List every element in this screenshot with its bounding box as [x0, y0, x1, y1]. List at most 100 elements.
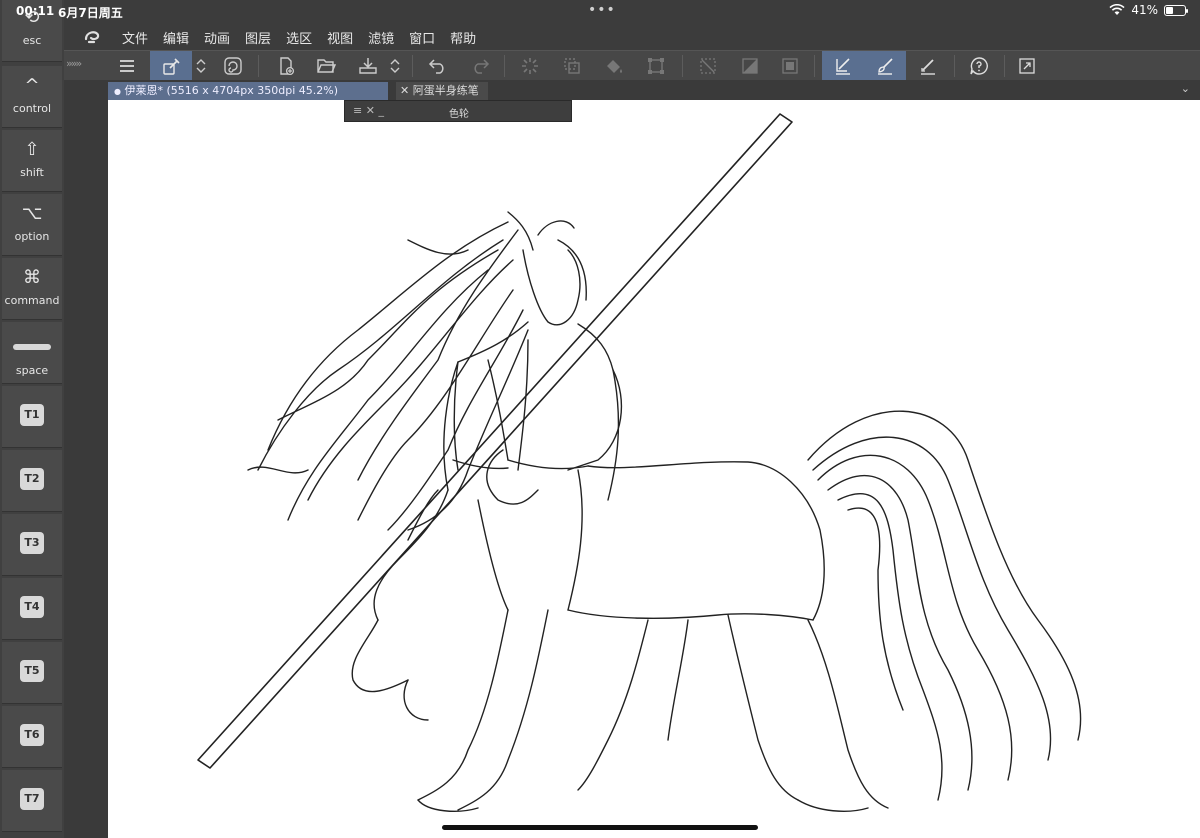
transform-icon: [648, 58, 664, 74]
expand-icon: [1019, 58, 1035, 74]
deselect-button[interactable]: [692, 51, 724, 81]
help-button[interactable]: [962, 51, 996, 81]
space-key[interactable]: space: [2, 322, 62, 384]
redo-icon: [474, 59, 490, 74]
app-logo-icon: [84, 31, 100, 44]
status-bar: 00:11 6月7日周五 ••• 41%: [0, 0, 1200, 24]
pen-line-icon: [836, 58, 850, 75]
shift-arrow-icon: ⇧: [24, 139, 40, 160]
save-stepper[interactable]: [386, 51, 404, 81]
select-layer-button[interactable]: [556, 51, 588, 81]
pencil-line-icon: [921, 59, 935, 75]
eraser-tool-button[interactable]: [910, 51, 946, 81]
clear-selection-button[interactable]: [774, 51, 806, 81]
menu-filter[interactable]: 滤镜: [368, 28, 394, 47]
selection-frame-icon: [782, 58, 798, 74]
menu-items: 文件 编辑 动画 图层 选区 视图 滤镜 窗口 帮助: [122, 28, 491, 47]
tool-cycle-stepper[interactable]: [192, 51, 210, 81]
battery-icon: [1164, 4, 1188, 16]
menu-edit[interactable]: 编辑: [163, 28, 189, 47]
t4-key[interactable]: T4: [2, 578, 62, 640]
brush-tool-button[interactable]: [864, 51, 906, 81]
spinner-icon: [522, 58, 538, 74]
color-wheel-panel[interactable]: ≡ ✕ _ 色轮: [344, 100, 572, 122]
invert-selection-icon: [742, 58, 758, 74]
undo-button[interactable]: [422, 51, 454, 81]
eyedropper-icon: [163, 58, 180, 75]
save-tray-icon: [359, 58, 377, 74]
undo-icon: [428, 59, 444, 74]
layer-select-icon: [564, 58, 580, 74]
folder-icon: [317, 59, 336, 73]
lineart-drawing: [197, 113, 1082, 812]
panel-title: 色轮: [449, 109, 469, 120]
help-bubble-icon: [970, 57, 988, 75]
t3-key[interactable]: T3: [2, 514, 62, 576]
swirl-icon: [224, 57, 242, 75]
app-window: ⟲ esc ^ control ⇧ shift ⌥ option ⌘ comma…: [0, 0, 1200, 838]
home-indicator[interactable]: [442, 825, 758, 830]
new-file-icon: [280, 57, 295, 76]
menu-layer[interactable]: 图层: [245, 28, 271, 47]
shift-key[interactable]: ⇧ shift: [2, 130, 62, 192]
wifi-icon: [1109, 4, 1125, 15]
t1-key[interactable]: T1: [2, 386, 62, 448]
panel-controls: ≡ ✕ _: [353, 104, 384, 117]
t2-key[interactable]: T2: [2, 450, 62, 512]
shortcut-sidebar: ⟲ esc ^ control ⇧ shift ⌥ option ⌘ comma…: [0, 0, 64, 838]
swirl-tool-button[interactable]: [216, 51, 250, 81]
t5-key[interactable]: T5: [2, 642, 62, 704]
option-key[interactable]: ⌥ option: [2, 194, 62, 256]
menu-file[interactable]: 文件: [122, 28, 148, 47]
new-file-button[interactable]: [270, 51, 302, 81]
expand-chevrons-icon[interactable]: »»»: [66, 57, 82, 70]
fullscreen-button[interactable]: [1010, 51, 1044, 81]
space-bar-icon: [13, 344, 51, 350]
pen-tool-button[interactable]: [822, 51, 864, 81]
multitask-dots-icon[interactable]: •••: [588, 2, 616, 18]
option-key-icon: ⌥: [21, 203, 43, 224]
fill-button[interactable]: [598, 51, 630, 81]
close-icon[interactable]: ✕: [366, 104, 375, 117]
document-tabs: ● 伊莱恩* (5516 x 4704px 350dpi 45.2%) ✕ 阿蛋…: [64, 80, 1200, 100]
menu-window[interactable]: 窗口: [409, 28, 435, 47]
chevron-down-icon[interactable]: ⌄: [1181, 82, 1190, 95]
drawing-canvas[interactable]: [108, 100, 1200, 838]
close-icon[interactable]: ✕: [400, 84, 409, 97]
command-bar: »»»: [64, 50, 1200, 81]
save-button[interactable]: [352, 51, 384, 81]
transform-button[interactable]: [640, 51, 672, 81]
menu-animation[interactable]: 动画: [204, 28, 230, 47]
canvas-gutter: [64, 100, 108, 838]
status-right: 41%: [1109, 3, 1188, 17]
brush-icon: [878, 58, 893, 75]
battery-percent: 41%: [1131, 3, 1158, 17]
t7-key[interactable]: T7: [2, 770, 62, 832]
tab-dot-icon: ●: [114, 87, 121, 96]
tab-second-document[interactable]: ✕ 阿蛋半身练笔: [396, 82, 488, 100]
control-key[interactable]: ^ control: [2, 66, 62, 128]
open-folder-button[interactable]: [310, 51, 342, 81]
redo-button[interactable]: [464, 51, 496, 81]
loading-button[interactable]: [514, 51, 546, 81]
deselect-icon: [700, 58, 716, 74]
menu-help[interactable]: 帮助: [450, 28, 476, 47]
chevron-updown-icon: [390, 59, 400, 73]
panel-grip-icon[interactable]: ≡: [353, 104, 362, 117]
menu-view[interactable]: 视图: [327, 28, 353, 47]
eyedropper-tool-button[interactable]: [150, 51, 192, 81]
menu-selection[interactable]: 选区: [286, 28, 312, 47]
minimize-icon[interactable]: _: [378, 104, 384, 117]
menu-bar: 文件 编辑 动画 图层 选区 视图 滤镜 窗口 帮助: [64, 24, 1200, 50]
tab-active-document[interactable]: ● 伊莱恩* (5516 x 4704px 350dpi 45.2%): [108, 82, 388, 100]
caret-up-icon: ^: [24, 75, 40, 96]
t6-key[interactable]: T6: [2, 706, 62, 768]
chevron-updown-icon: [196, 59, 206, 73]
clock: 00:11: [16, 4, 55, 18]
hamburger-menu-button[interactable]: [110, 51, 144, 81]
command-key[interactable]: ⌘ command: [2, 258, 62, 320]
command-key-icon: ⌘: [23, 267, 41, 288]
paint-bucket-icon: [607, 60, 622, 73]
hamburger-icon: [120, 60, 134, 72]
invert-selection-button[interactable]: [734, 51, 766, 81]
